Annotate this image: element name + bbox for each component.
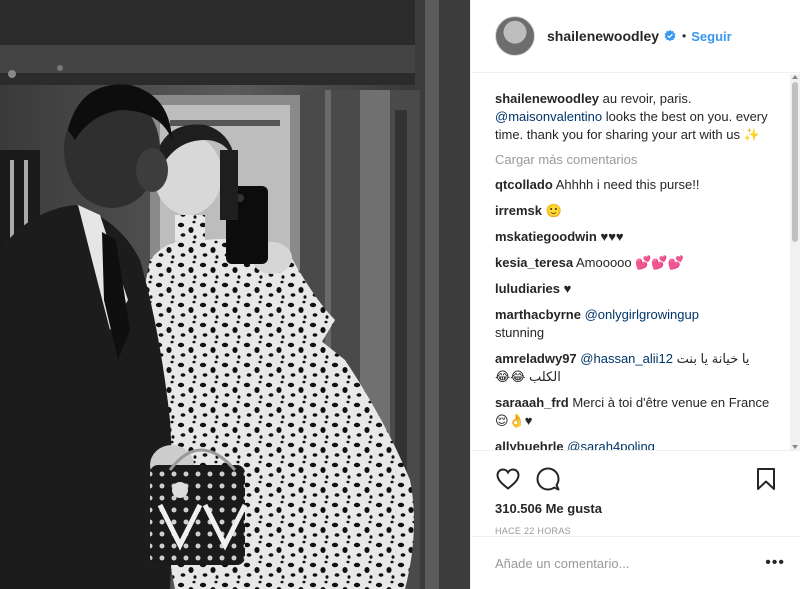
comments-scrollbar[interactable]	[790, 74, 800, 450]
caption-username[interactable]: shailenewoodley	[495, 91, 599, 106]
comment-item: allybuehrle @sarah4poling	[495, 438, 777, 450]
comment-text: ♥	[563, 281, 572, 296]
comment-mention[interactable]: @onlygirlgrowingup	[585, 307, 699, 322]
post-photo[interactable]	[0, 0, 470, 589]
scroll-up-arrow-icon[interactable]	[792, 75, 798, 79]
comment-username[interactable]: saraaah_frd	[495, 395, 569, 410]
bookmark-icon	[757, 468, 775, 490]
caption-text-before: au revoir, paris.	[599, 91, 692, 106]
comment-item: kesia_teresa Amooooo 💕💕💕	[495, 254, 777, 272]
comment-username[interactable]: allybuehrle	[495, 439, 564, 450]
post-panel: shailenewoodley • Seguir shailenewoodley…	[470, 0, 800, 589]
save-button[interactable]	[753, 466, 779, 492]
comments-list[interactable]: shailenewoodley au revoir, paris. @maiso…	[471, 74, 791, 450]
comment-username[interactable]: qtcollado	[495, 177, 553, 192]
comment-mention[interactable]: @sarah4poling	[567, 439, 655, 450]
comment-text: 🙂	[545, 203, 562, 218]
comment-item: irremsk 🙂	[495, 202, 777, 220]
caption-mention[interactable]: @maisonvalentino	[495, 109, 602, 124]
comment-text: Amooooo 💕💕💕	[575, 255, 684, 270]
post-timestamp: HACE 22 HORAS	[495, 526, 571, 536]
like-button[interactable]	[495, 466, 521, 492]
comment-input[interactable]	[495, 555, 766, 571]
comment-text: ♥♥♥	[600, 229, 624, 244]
comment-username[interactable]: marthacbyrne	[495, 307, 581, 322]
likes-count[interactable]: 310.506 Me gusta	[495, 501, 785, 516]
comment-item: mskatiegoodwin ♥♥♥	[495, 228, 777, 246]
comment-item: saraaah_frd Merci à toi d'être venue en …	[495, 394, 777, 430]
caption: shailenewoodley au revoir, paris. @maiso…	[495, 90, 777, 144]
comment-username[interactable]: irremsk	[495, 203, 542, 218]
scroll-down-arrow-icon[interactable]	[792, 445, 798, 449]
comment-item: marthacbyrne @onlygirlgrowingup stunning	[495, 306, 777, 342]
comment-username[interactable]: kesia_teresa	[495, 255, 573, 270]
comment-mention[interactable]: @hassan_alii12	[580, 351, 673, 366]
load-more-comments-button[interactable]: Cargar más comentarios	[495, 152, 777, 167]
comment-icon	[536, 467, 560, 491]
username-link[interactable]: shailenewoodley	[547, 28, 659, 44]
comment-username[interactable]: luludiaries	[495, 281, 560, 296]
follow-button[interactable]: Seguir	[691, 29, 731, 44]
add-comment-bar: •••	[471, 536, 800, 589]
post-actions: 310.506 Me gusta HACE 22 HORAS	[471, 450, 800, 536]
comment-item: amreladwy97 @hassan_alii12 يا خيانة يا ب…	[495, 350, 777, 386]
scrollbar-thumb[interactable]	[792, 82, 798, 242]
verified-badge-icon	[664, 30, 676, 42]
comment-text: stunning	[495, 325, 545, 340]
action-icons-row	[495, 459, 785, 499]
comment-text: Ahhhh i need this purse!!	[555, 177, 700, 192]
comment-button[interactable]	[535, 466, 561, 492]
comment-username[interactable]: amreladwy97	[495, 351, 577, 366]
separator-dot: •	[682, 29, 687, 43]
comment-item: luludiaries ♥	[495, 280, 777, 298]
photo-illustration	[0, 0, 470, 589]
post-header: shailenewoodley • Seguir	[471, 0, 800, 73]
avatar[interactable]	[495, 16, 535, 56]
comment-username[interactable]: mskatiegoodwin	[495, 229, 597, 244]
comment-item: qtcollado Ahhhh i need this purse!!	[495, 176, 777, 194]
heart-icon	[496, 468, 520, 490]
more-options-icon[interactable]: •••	[765, 554, 785, 572]
